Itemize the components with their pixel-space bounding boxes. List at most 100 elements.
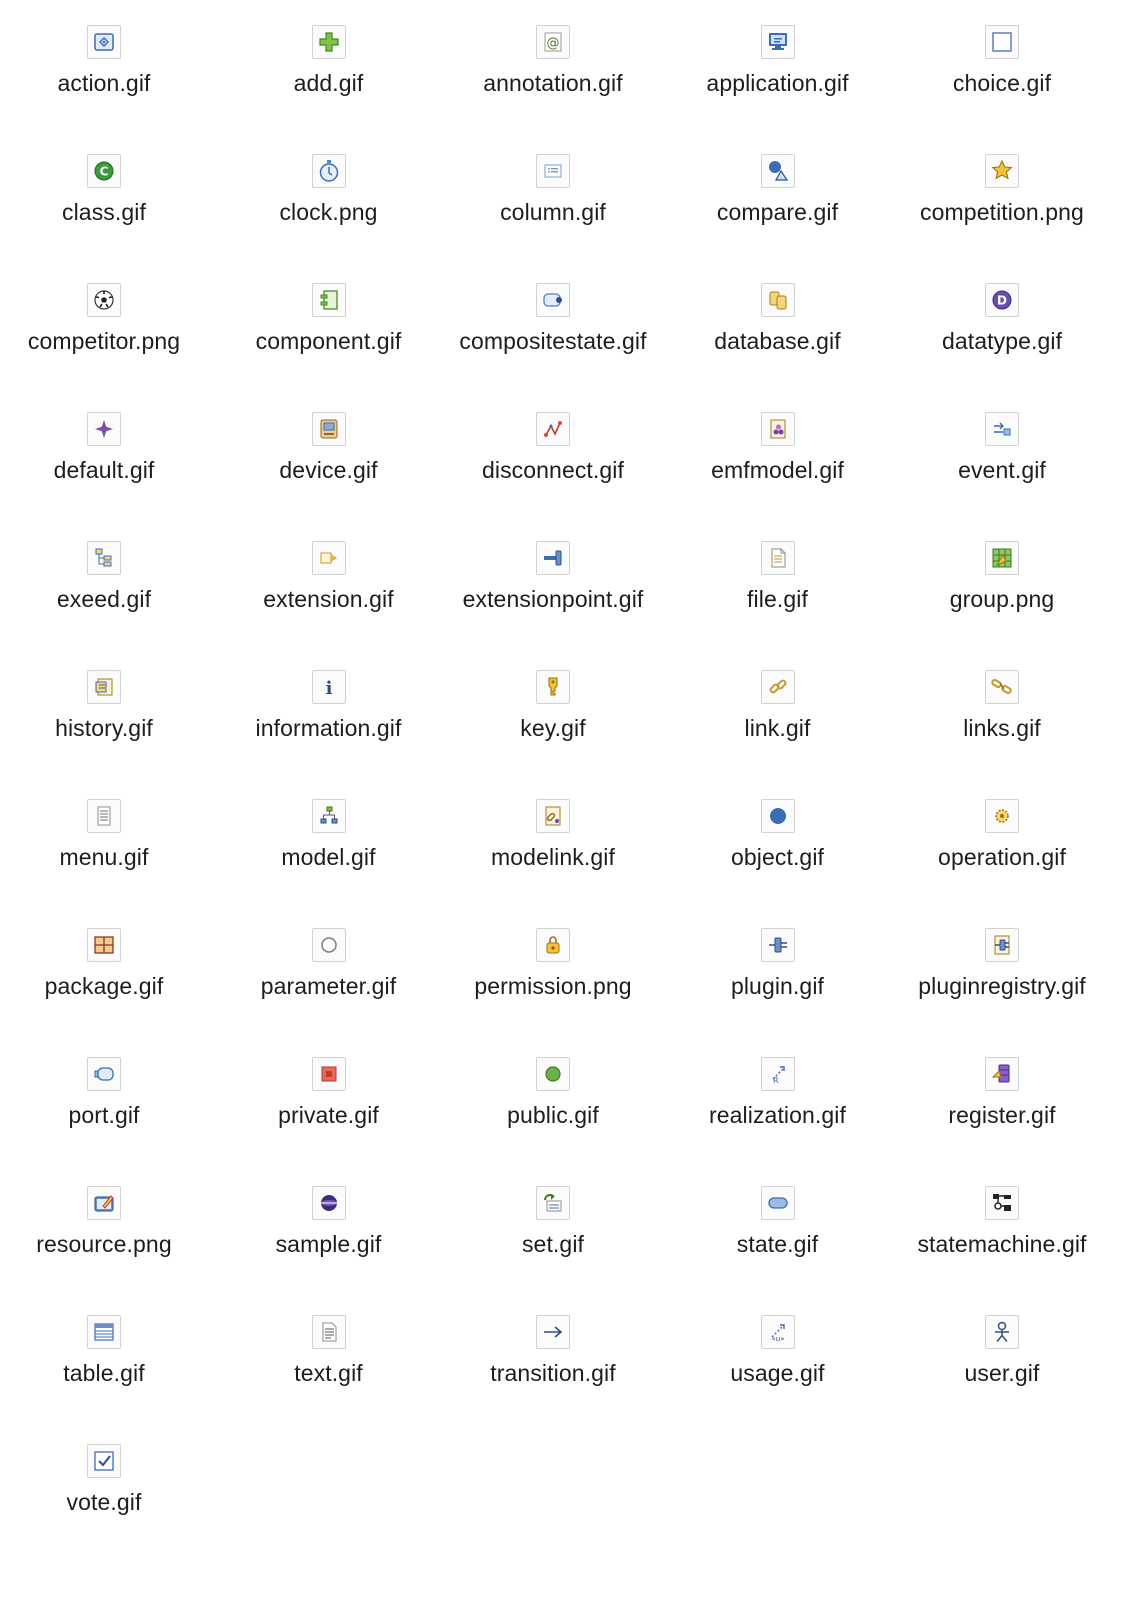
icon-item-disconnect[interactable]: disconnect.gif	[441, 387, 665, 511]
icon-item-annotation[interactable]: @ annotation.gif	[441, 0, 665, 124]
icon-filename-label: link.gif	[744, 715, 811, 741]
icon-item-statemachine[interactable]: statemachine.gif	[890, 1161, 1114, 1285]
icon-item-link[interactable]: link.gif	[666, 645, 890, 769]
icon-filename-label: modelink.gif	[491, 844, 615, 870]
icon-filename-label: device.gif	[279, 457, 378, 483]
icon-item-group[interactable]: group.png	[890, 516, 1114, 640]
realization-icon: R	[760, 1057, 795, 1091]
icon-item-realization[interactable]: Rrealization.gif	[666, 1032, 890, 1156]
icon-item-port[interactable]: port.gif	[0, 1032, 216, 1156]
icon-item-extensionpoint[interactable]: extensionpoint.gif	[441, 516, 665, 640]
icon-item-action[interactable]: action.gif	[0, 0, 216, 124]
clock-icon	[311, 154, 346, 188]
private-icon	[311, 1057, 346, 1091]
icon-item-modelink[interactable]: modelink.gif	[441, 774, 665, 898]
icon-item-compare[interactable]: compare.gif	[666, 129, 890, 253]
icon-item-sample[interactable]: sample.gif	[217, 1161, 441, 1285]
icon-item-column[interactable]: column.gif	[441, 129, 665, 253]
icon-item-links[interactable]: links.gif	[890, 645, 1114, 769]
icon-item-menu[interactable]: menu.gif	[0, 774, 216, 898]
icon-item-competition[interactable]: competition.png	[890, 129, 1114, 253]
text-icon	[311, 1315, 346, 1349]
icon-filename-label: user.gif	[964, 1360, 1040, 1386]
icon-item-device[interactable]: device.gif	[217, 387, 441, 511]
icon-item-event[interactable]: event.gif	[890, 387, 1114, 511]
icon-item-register[interactable]: register.gif	[890, 1032, 1114, 1156]
icon-item-package[interactable]: package.gif	[0, 903, 216, 1027]
icon-item-usage[interactable]: «u» usage.gif	[666, 1290, 890, 1414]
icon-filename-label: extensionpoint.gif	[462, 586, 644, 612]
icon-filename-label: default.gif	[53, 457, 155, 483]
icon-filename-label: object.gif	[730, 844, 825, 870]
icon-filename-label: annotation.gif	[483, 70, 623, 96]
competition-icon	[985, 154, 1019, 188]
icon-filename-label: vote.gif	[66, 1489, 142, 1515]
statemachine-icon	[985, 1186, 1019, 1220]
key-icon	[536, 670, 570, 704]
icon-item-object[interactable]: object.gif	[666, 774, 890, 898]
icon-item-user[interactable]: user.gif	[890, 1290, 1114, 1414]
svg-text:i: i	[325, 678, 332, 699]
icon-filename-label: state.gif	[736, 1231, 819, 1257]
register-icon	[985, 1057, 1019, 1091]
extensionpoint-icon	[536, 541, 570, 575]
icon-item-default[interactable]: default.gif	[0, 387, 216, 511]
icon-item-resource[interactable]: resource.png	[0, 1161, 216, 1285]
icon-item-state[interactable]: state.gif	[666, 1161, 890, 1285]
competitor-icon	[87, 283, 121, 317]
file-icon	[760, 541, 795, 575]
icon-filename-label: compositestate.gif	[459, 328, 647, 354]
icon-item-public[interactable]: public.gif	[441, 1032, 665, 1156]
icon-item-class[interactable]: Cclass.gif	[0, 129, 216, 253]
icon-item-parameter[interactable]: parameter.gif	[217, 903, 441, 1027]
icon-item-choice[interactable]: choice.gif	[890, 0, 1114, 124]
column-icon	[536, 154, 570, 188]
icon-item-competitor[interactable]: competitor.png	[0, 258, 216, 382]
object-icon	[760, 799, 795, 833]
compare-icon	[760, 154, 795, 188]
icon-filename-label: file.gif	[747, 586, 808, 612]
icon-item-private[interactable]: private.gif	[217, 1032, 441, 1156]
icon-item-file[interactable]: file.gif	[666, 516, 890, 640]
svg-text:@: @	[547, 36, 560, 51]
icon-item-clock[interactable]: clock.png	[217, 129, 441, 253]
icon-item-database[interactable]: database.gif	[666, 258, 890, 382]
icon-item-history[interactable]: history.gif	[0, 645, 216, 769]
icon-filename-label: links.gif	[963, 715, 1041, 741]
icon-item-set[interactable]: set.gif	[441, 1161, 665, 1285]
icon-item-operation[interactable]: operation.gif	[890, 774, 1114, 898]
svg-text:«u»: «u»	[771, 1335, 784, 1343]
icon-item-emfmodel[interactable]: emfmodel.gif	[666, 387, 890, 511]
icon-item-permission[interactable]: permission.png	[441, 903, 665, 1027]
icon-item-table[interactable]: table.gif	[0, 1290, 216, 1414]
device-icon	[311, 412, 346, 446]
icon-filename-label: extension.gif	[263, 586, 394, 612]
icon-item-compositestate[interactable]: compositestate.gif	[441, 258, 665, 382]
svg-text:D: D	[997, 294, 1007, 308]
icon-item-exeed[interactable]: exeed.gif	[0, 516, 216, 640]
icon-filename-label: database.gif	[714, 328, 841, 354]
icon-item-transition[interactable]: transition.gif	[441, 1290, 665, 1414]
icon-item-plugin[interactable]: plugin.gif	[666, 903, 890, 1027]
icon-item-add[interactable]: add.gif	[217, 0, 441, 124]
annotation-icon: @	[536, 25, 570, 59]
icon-item-extension[interactable]: extension.gif	[217, 516, 441, 640]
icon-filename-label: application.gif	[706, 70, 849, 96]
icon-item-pluginregistry[interactable]: pluginregistry.gif	[890, 903, 1114, 1027]
icon-item-datatype[interactable]: Ddatatype.gif	[890, 258, 1114, 382]
icon-filename-label: class.gif	[62, 199, 146, 225]
icon-item-model[interactable]: model.gif	[217, 774, 441, 898]
modelink-icon	[536, 799, 570, 833]
icon-item-key[interactable]: key.gif	[441, 645, 665, 769]
icon-item-application[interactable]: application.gif	[666, 0, 890, 124]
datatype-icon: D	[985, 283, 1019, 317]
vote-icon	[87, 1444, 121, 1478]
icon-item-text[interactable]: text.gif	[217, 1290, 441, 1414]
icon-item-component[interactable]: component.gif	[217, 258, 441, 382]
icon-filename-label: menu.gif	[59, 844, 149, 870]
icon-item-vote[interactable]: vote.gif	[0, 1419, 216, 1543]
icon-filename-label: transition.gif	[490, 1360, 616, 1386]
icon-filename-label: history.gif	[55, 715, 153, 741]
icon-filename-label: component.gif	[255, 328, 402, 354]
icon-item-information[interactable]: i information.gif	[217, 645, 441, 769]
